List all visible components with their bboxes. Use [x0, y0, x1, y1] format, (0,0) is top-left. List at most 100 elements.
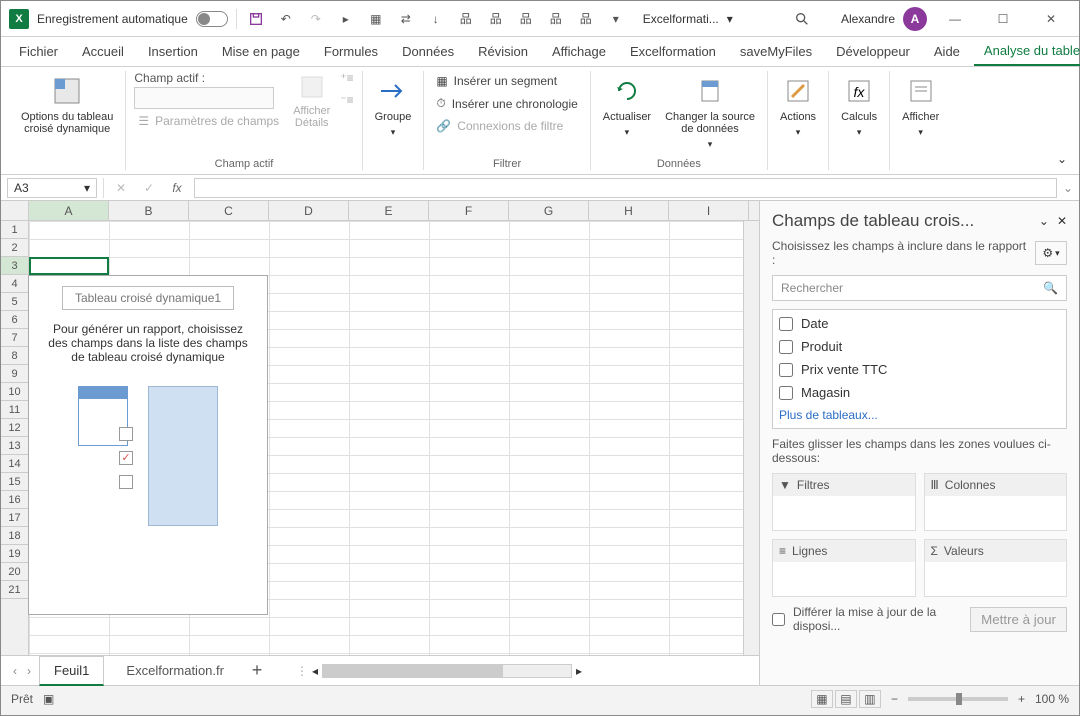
tab-insertion[interactable]: Insertion	[138, 38, 208, 65]
row-header-5[interactable]: 5	[1, 293, 28, 311]
qat-icon-2[interactable]: ▦	[365, 8, 387, 30]
page-layout-view-button[interactable]: ▤	[835, 690, 857, 708]
row-header-19[interactable]: 19	[1, 545, 28, 563]
col-header-G[interactable]: G	[509, 201, 589, 220]
pivot-options-button[interactable]: Options du tableau croisé dynamique	[17, 71, 117, 139]
col-header-E[interactable]: E	[349, 201, 429, 220]
zoom-slider[interactable]	[908, 697, 1008, 701]
tab-aide[interactable]: Aide	[924, 38, 970, 65]
zone-values[interactable]: ΣValeurs	[924, 539, 1068, 597]
horizontal-scrollbar[interactable]	[322, 664, 572, 678]
tab-mise-en-page[interactable]: Mise en page	[212, 38, 310, 65]
field-settings-button[interactable]: ☰ Paramètres de champs	[134, 111, 283, 131]
insert-slicer-button[interactable]: ▦Insérer un segment	[432, 71, 581, 91]
user-avatar[interactable]: A	[903, 7, 927, 31]
enter-formula-icon[interactable]: ✓	[138, 178, 160, 198]
refresh-button[interactable]: Actualiser▾	[599, 71, 655, 142]
row-header-2[interactable]: 2	[1, 239, 28, 257]
field-item-produit[interactable]: Produit	[779, 339, 1060, 354]
cancel-formula-icon[interactable]: ✕	[110, 178, 132, 198]
tab-révision[interactable]: Révision	[468, 38, 538, 65]
change-source-button[interactable]: Changer la source de données▾	[661, 71, 759, 154]
col-header-B[interactable]: B	[109, 201, 189, 220]
autosave-toggle[interactable]	[196, 11, 228, 27]
row-header-15[interactable]: 15	[1, 473, 28, 491]
tab-accueil[interactable]: Accueil	[72, 38, 134, 65]
select-all-cell[interactable]	[1, 201, 29, 220]
row-header-6[interactable]: 6	[1, 311, 28, 329]
formula-bar[interactable]	[194, 178, 1057, 198]
worksheet-grid[interactable]: Tableau croisé dynamique1 Pour générer u…	[29, 221, 743, 655]
active-field-input[interactable]	[134, 87, 274, 109]
row-header-13[interactable]: 13	[1, 437, 28, 455]
show-details-button[interactable]: Afficher Détails	[293, 105, 330, 129]
row-header-16[interactable]: 16	[1, 491, 28, 509]
pane-close-icon[interactable]: ✕	[1057, 214, 1067, 228]
add-sheet-button[interactable]: +	[246, 660, 268, 681]
pane-dropdown-icon[interactable]: ⌄	[1039, 214, 1049, 228]
zone-columns[interactable]: ⅢColonnes	[924, 473, 1068, 531]
tab-développeur[interactable]: Développeur	[826, 38, 920, 65]
tab-fichier[interactable]: Fichier	[9, 38, 68, 65]
qat-icon-5[interactable]: 品	[455, 8, 477, 30]
hscroll-grip-icon[interactable]: ⋮	[296, 664, 308, 678]
row-header-17[interactable]: 17	[1, 509, 28, 527]
field-checkbox[interactable]	[779, 386, 793, 400]
filename-dropdown-icon[interactable]: ▾	[727, 12, 733, 26]
undo-icon[interactable]: ↶	[275, 8, 297, 30]
tab-données[interactable]: Données	[392, 38, 464, 65]
collapse-icon[interactable]: ⁻≡	[340, 93, 353, 107]
qat-icon-8[interactable]: 品	[545, 8, 567, 30]
hscroll-right-icon[interactable]: ▸	[576, 664, 582, 678]
row-header-12[interactable]: 12	[1, 419, 28, 437]
zoom-out-button[interactable]: −	[891, 692, 898, 706]
pane-settings-button[interactable]: ⚙▾	[1035, 241, 1067, 265]
pivot-placeholder[interactable]: Tableau croisé dynamique1 Pour générer u…	[28, 275, 268, 615]
row-header-8[interactable]: 8	[1, 347, 28, 365]
save-icon[interactable]	[245, 8, 267, 30]
col-header-F[interactable]: F	[429, 201, 509, 220]
row-header-14[interactable]: 14	[1, 455, 28, 473]
row-header-20[interactable]: 20	[1, 563, 28, 581]
tab-savemyfiles[interactable]: saveMyFiles	[730, 38, 822, 65]
page-break-view-button[interactable]: ▥	[859, 690, 881, 708]
collapse-ribbon-icon[interactable]: ⌄	[1053, 148, 1071, 170]
qat-icon-6[interactable]: 品	[485, 8, 507, 30]
show-button[interactable]: Afficher▾	[898, 71, 943, 142]
col-header-A[interactable]: A	[29, 201, 109, 220]
expand-icon[interactable]: ⁺≡	[340, 71, 353, 85]
tab-affichage[interactable]: Affichage	[542, 38, 616, 65]
search-icon[interactable]	[791, 8, 813, 30]
vertical-scrollbar[interactable]	[743, 221, 759, 655]
active-cell[interactable]	[29, 257, 109, 275]
col-header-D[interactable]: D	[269, 201, 349, 220]
zone-rows[interactable]: ≡Lignes	[772, 539, 916, 597]
minimize-button[interactable]: —	[935, 5, 975, 33]
field-item-date[interactable]: Date	[779, 316, 1060, 331]
filter-connections-button[interactable]: 🔗Connexions de filtre	[432, 116, 581, 136]
qat-icon-4[interactable]: ↓	[425, 8, 447, 30]
macro-record-icon[interactable]: ▣	[43, 692, 54, 706]
col-header-C[interactable]: C	[189, 201, 269, 220]
expand-formula-icon[interactable]: ⌄	[1063, 181, 1073, 195]
more-tables-link[interactable]: Plus de tableaux...	[779, 408, 1060, 422]
update-button[interactable]: Mettre à jour	[970, 607, 1067, 632]
calculations-button[interactable]: fx Calculs▾	[837, 71, 881, 142]
zoom-level[interactable]: 100 %	[1035, 692, 1069, 706]
maximize-button[interactable]: ☐	[983, 5, 1023, 33]
zone-filters[interactable]: ▼Filtres	[772, 473, 916, 531]
qat-icon-1[interactable]: ▸	[335, 8, 357, 30]
field-item-magasin[interactable]: Magasin	[779, 385, 1060, 400]
tab-formules[interactable]: Formules	[314, 38, 388, 65]
prev-sheet-button[interactable]: ‹	[13, 664, 17, 678]
field-search-input[interactable]: Rechercher 🔍	[772, 275, 1067, 301]
defer-layout-checkbox[interactable]	[772, 613, 785, 626]
row-header-1[interactable]: 1	[1, 221, 28, 239]
redo-icon[interactable]: ↷	[305, 8, 327, 30]
name-box[interactable]: A3▾	[7, 178, 97, 198]
zoom-in-button[interactable]: +	[1018, 692, 1025, 706]
qat-icon-7[interactable]: 品	[515, 8, 537, 30]
tab-excelformation[interactable]: Excelformation	[620, 38, 726, 65]
field-checkbox[interactable]	[779, 340, 793, 354]
actions-button[interactable]: Actions▾	[776, 71, 820, 142]
